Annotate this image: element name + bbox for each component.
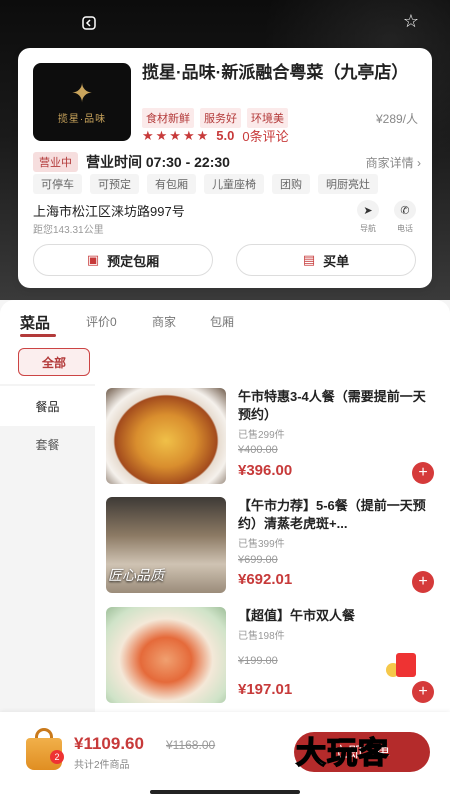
facility-tag: 可预定 [90, 174, 139, 194]
store-tag: 服务好 [200, 108, 241, 128]
product-title: 午市特惠3-4人餐（需要提前一天预约） [238, 389, 426, 422]
hours-row: 营业中 营业时间 07:30 - 22:30 商家详情 › [33, 152, 421, 172]
tab-indicator [20, 334, 56, 337]
product-original-price: ¥400.00 [238, 444, 278, 456]
product-title: 【午市力荐】5-6餐（提前一天预约）清蒸老虎斑+... [238, 498, 426, 531]
facility-tag: 明厨亮灶 [318, 174, 378, 194]
call-button[interactable]: ✆ 电话 [390, 200, 420, 234]
business-hours: 营业时间 07:30 - 22:30 [86, 154, 230, 170]
tab-dishes[interactable]: 菜品 [20, 312, 50, 333]
shopping-bag-icon[interactable]: 2 [22, 728, 66, 772]
price-per-person: ¥289/人 [375, 112, 418, 126]
tab-rooms[interactable]: 包厢 [210, 313, 234, 330]
cart-count-badge: 2 [50, 750, 64, 764]
store-name: 揽星·品味·新派融合粤菜（九亭店） [142, 63, 409, 82]
tab-bar: 菜品 评价0 商家 包厢 [0, 300, 450, 344]
review-count[interactable]: 0条评论 [242, 126, 288, 145]
wallet-icon: ▤ [302, 252, 316, 267]
product-price: ¥197.01 [238, 681, 293, 698]
rating-stars-icon: ★★★★★ [142, 127, 211, 143]
product-title: 【超值】午市双人餐 [238, 608, 356, 623]
facility-tag: 可停车 [33, 174, 82, 194]
facility-list: 可停车 可预定 有包厢 儿童座椅 团购 明厨亮灶 [33, 174, 378, 194]
facility-tag: 儿童座椅 [204, 174, 264, 194]
store-logo: ✦ 揽星·品味 [33, 63, 131, 141]
tab-merchant[interactable]: 商家 [152, 313, 176, 330]
product-original-price: ¥199.00 [238, 655, 278, 667]
filter-all-button[interactable]: 全部 [18, 348, 90, 376]
product-sold: 已售299件 [238, 430, 285, 441]
star-icon[interactable]: ☆ [398, 8, 424, 34]
add-to-cart-button[interactable]: + [412, 571, 434, 593]
product-image [106, 607, 226, 703]
product-original-price: ¥699.00 [238, 554, 278, 566]
store-tag: 环境美 [247, 108, 288, 128]
product-image [106, 388, 226, 484]
add-to-cart-button[interactable]: + [412, 462, 434, 484]
logo-star-icon: ✦ [71, 77, 93, 108]
product-image: 匠心品质 [106, 497, 226, 593]
rating: ★★★★★ 5.0 0条评论 [142, 126, 289, 145]
category-item-sets[interactable]: 套餐 [0, 424, 95, 464]
rating-score: 5.0 [216, 128, 235, 143]
back-icon[interactable] [76, 10, 102, 36]
facility-tag: 有包厢 [147, 174, 196, 194]
product-price: ¥692.01 [238, 571, 293, 588]
store-distance: 距您143.31公里 [33, 225, 104, 236]
phone-icon: ✆ [394, 200, 416, 220]
status-badge: 营业中 [33, 152, 78, 172]
navigate-button[interactable]: ➤ 导航 [353, 200, 383, 234]
store-address: 上海市松江区涞坊路997号 [33, 204, 185, 219]
category-item-dishes[interactable]: 餐品 [0, 386, 95, 426]
product-sold: 已售198件 [238, 631, 285, 642]
cart-item-count: 共计2件商品 [74, 760, 130, 771]
home-indicator [150, 790, 300, 794]
book-room-button[interactable]: ▣ 预定包厢 [33, 244, 213, 276]
add-to-cart-button[interactable]: + [412, 681, 434, 703]
product-sold: 已售399件 [238, 539, 285, 550]
store-tag: 食材新鲜 [142, 108, 194, 128]
facility-tag: 团购 [272, 174, 310, 194]
store-detail-link[interactable]: 商家详情 › [366, 154, 421, 171]
cart-original-total: ¥1168.00 [166, 738, 216, 752]
product-item[interactable]: 午市特惠3-4人餐（需要提前一天预约） 已售299件 ¥400.00 ¥396.… [106, 388, 440, 488]
red-envelope-icon[interactable] [386, 653, 420, 679]
cart-total: ¥1109.60 [74, 734, 144, 753]
store-info-card: ✦ 揽星·品味 揽星·品味·新派融合粤菜（九亭店） 食材新鲜 服务好 环境美 ¥… [18, 48, 432, 288]
watermark: 大玩客 [295, 735, 389, 772]
pay-bill-button[interactable]: ▤ 买单 [236, 244, 416, 276]
image-slogan: 匠心品质 [108, 567, 164, 583]
product-price: ¥396.00 [238, 462, 293, 479]
store-tags: 食材新鲜 服务好 环境美 [142, 108, 288, 128]
sofa-icon: ▣ [86, 252, 100, 267]
product-item[interactable]: 匠心品质 【午市力荐】5-6餐（提前一天预约）清蒸老虎斑+... 已售399件 … [106, 497, 440, 597]
navigation-icon: ➤ [357, 200, 379, 220]
tab-reviews[interactable]: 评价0 [86, 313, 117, 330]
